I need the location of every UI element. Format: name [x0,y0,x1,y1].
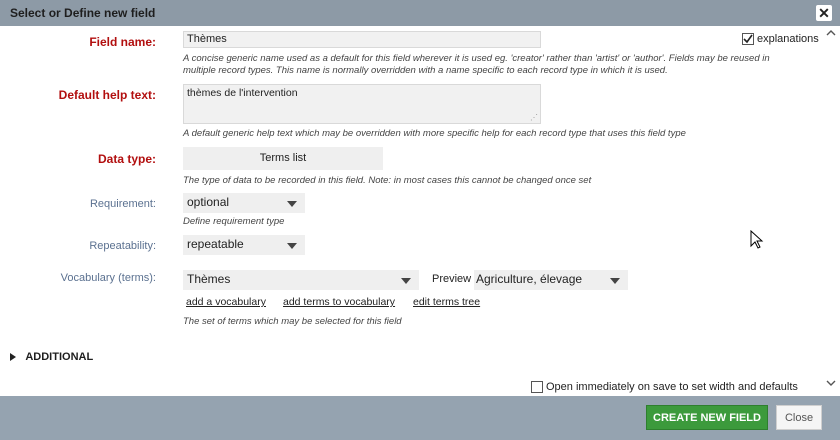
requirement-select[interactable]: optional [183,193,305,213]
repeatability-value: repeatable [187,237,244,251]
add-vocabulary-link[interactable]: add a vocabulary [186,296,266,308]
check-icon [743,34,753,44]
additional-section-toggle[interactable]: ADDITIONAL [10,349,93,363]
close-icon[interactable]: ✕ [816,5,832,21]
additional-label: ADDITIONAL [25,350,94,363]
data-type-button[interactable]: Terms list [183,147,383,170]
dialog-title: Select or Define new field [10,6,156,20]
mouse-cursor-icon [750,230,764,249]
vocabulary-value: Thèmes [187,272,231,286]
vocabulary-select[interactable]: Thèmes [183,270,419,290]
triangle-right-icon [10,352,16,361]
dialog-titlebar: Select or Define new field ✕ [0,0,840,26]
default-help-help: A default generic help text which may be… [183,128,686,139]
repeatability-label: Repeatability: [89,240,156,252]
chevron-down-icon [610,278,620,284]
requirement-value: optional [187,195,230,209]
vocabulary-label: Vocabulary (terms): [60,272,156,284]
data-type-label: Data type: [97,152,156,166]
chevron-down-icon [401,278,411,284]
requirement-help: Define requirement type [183,216,285,227]
preview-label: Preview [432,273,472,285]
data-type-help: The type of data to be recorded in this … [183,175,592,186]
vocabulary-help: The set of terms which may be selected f… [183,316,402,327]
scrollbar[interactable] [822,26,840,396]
add-terms-link[interactable]: add terms to vocabulary [283,296,395,308]
close-button[interactable]: Close [776,405,822,430]
field-name-label: Field name: [89,35,156,49]
scrollbar-arrows [826,30,836,386]
edit-terms-tree-link[interactable]: edit terms tree [413,296,480,308]
preview-value: Agriculture, élevage [476,272,583,286]
open-immediately-checkbox[interactable] [531,381,543,393]
field-name-input[interactable]: Thèmes [183,31,541,48]
chevron-down-icon [287,243,297,249]
field-name-help: A concise generic name used as a default… [183,53,770,76]
create-new-field-button[interactable]: CREATE NEW FIELD [646,405,768,430]
explanations-label: explanations [757,33,819,45]
requirement-label: Requirement: [89,198,156,210]
explanations-checkbox[interactable] [742,33,754,45]
chevron-down-icon [287,201,297,207]
resize-handle-icon[interactable]: ⋰ [530,113,538,122]
default-help-value: thèmes de l'intervention [187,87,298,99]
preview-select[interactable]: Agriculture, élevage [474,270,628,290]
open-immediately-label: Open immediately on save to set width an… [546,381,798,393]
repeatability-select[interactable]: repeatable [183,235,305,255]
default-help-label: Default help text: [58,88,156,102]
default-help-textarea[interactable]: thèmes de l'intervention ⋰ [183,84,541,124]
